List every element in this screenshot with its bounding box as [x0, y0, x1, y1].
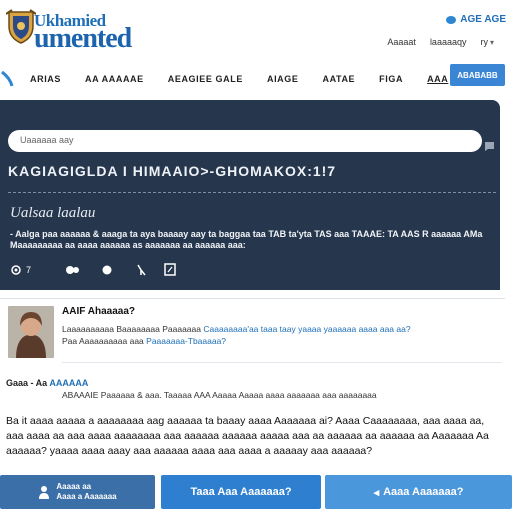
divider	[62, 362, 502, 363]
author-name[interactable]: Ualsaa laalau	[10, 205, 95, 222]
nav-item-3[interactable]: AEAGIEE GALE	[168, 74, 243, 84]
hero-panel	[0, 100, 500, 290]
top-link-1[interactable]: Aaaaat	[387, 37, 416, 47]
swoosh-icon	[1, 70, 14, 87]
divider	[0, 298, 505, 299]
site-logo[interactable]: Ukhamied umented	[34, 12, 132, 54]
ask-button-label-top: Aaaaa aa	[56, 482, 92, 491]
answer-button[interactable]: ◂ Aaaa Aaaaaaa?	[325, 475, 512, 509]
chevron-down-icon: ▾	[489, 38, 494, 47]
top-link-3[interactable]: ry ▾	[480, 37, 494, 47]
answer-button-label: Aaaa Aaaaaaa?	[383, 486, 464, 498]
card-sub-prefix: Paa Aaaaaaaaaa aaa	[62, 336, 144, 346]
views-count: 7	[26, 264, 32, 275]
post-body: - Aalga paa aaaaaa & aaaga ta aya baaaay…	[10, 229, 483, 250]
search-icon[interactable]	[484, 140, 496, 152]
card-sub-link[interactable]: Paaaaaaa-Tbaaaaa?	[146, 336, 226, 346]
card-question-link[interactable]: Caaaaaaaa'aa taaa taay yaaaa yaaaaaa aaa…	[203, 324, 410, 334]
nav-item-1[interactable]: ARIAS	[30, 74, 61, 84]
top-link-3-label: ry	[480, 37, 488, 47]
top-links: Aaaaat laaaaaqy ry ▾	[387, 37, 494, 47]
card-subline: Paa Aaaaaaaaaa aaa Paaaaaaa-Tbaaaaa?	[62, 336, 226, 346]
logo-line2: umented	[34, 23, 132, 54]
views-icon[interactable]	[10, 264, 26, 275]
action-icons: 7	[10, 263, 182, 276]
top-right-link[interactable]: AGE AGE	[446, 14, 506, 25]
nav-button[interactable]: ABABABB	[450, 64, 505, 86]
top-link-2[interactable]: laaaaaqy	[430, 37, 467, 47]
like-icon[interactable]	[90, 265, 124, 275]
tags-link[interactable]: AAAAAA	[49, 378, 88, 388]
person-icon	[39, 486, 50, 499]
nav-item-6[interactable]: FIGA	[379, 74, 403, 84]
logo-crest-icon	[6, 9, 36, 44]
tags-line: Gaaa - Aa AAAAAA	[6, 378, 88, 388]
comments-icon[interactable]	[56, 265, 90, 275]
nav-item-2[interactable]: AA AAAAAE	[85, 74, 144, 84]
card-question-prefix: Laaaaaaaaaa Baaaaaaaa Paaaaaaa	[62, 324, 201, 334]
question-paragraph: Ba it aaaa aaaaa a aaaaaaaa aag aaaaaa t…	[6, 415, 489, 457]
share-icon[interactable]	[124, 264, 158, 276]
nav-item-5[interactable]: AATAE	[322, 74, 355, 84]
main-nav: ARIAS AA AAAAAE AEAGIEE GALE AIAGE AATAE…	[30, 74, 448, 84]
ask-button[interactable]: Aaaaa aa Aaaa a Aaaaaaa	[0, 475, 155, 509]
meta-line: ABAAAIE Paaaaaa & aaa. Taaaaa AAA Aaaaa …	[62, 390, 377, 400]
nav-item-4[interactable]: AIAGE	[267, 74, 299, 84]
ask-button-labels: Aaaaa aa Aaaa a Aaaaaaa	[56, 482, 116, 502]
middle-button[interactable]: Taaa Aaa Aaaaaaa?	[161, 475, 321, 509]
nav-item-7[interactable]: AAA	[427, 74, 448, 84]
card-question: Laaaaaaaaaa Baaaaaaaa Paaaaaaa Caaaaaaaa…	[62, 324, 411, 334]
top-right-label: AGE AGE	[460, 14, 506, 25]
avatar[interactable]	[8, 306, 54, 358]
ask-button-label-bottom: Aaaa a Aaaaaaa	[56, 492, 117, 501]
divider	[8, 192, 496, 193]
bookmark-icon[interactable]	[158, 263, 182, 276]
user-icon	[446, 15, 457, 24]
back-arrow-icon: ◂	[373, 486, 380, 499]
tags-prefix: Gaaa - Aa	[6, 378, 48, 388]
page-title: KAGIAGIGLDA I HIMAAIO>-GHOMAKOX:1!7	[8, 163, 337, 179]
card-title[interactable]: AAIF Ahaaaaa?	[62, 306, 135, 317]
search-input[interactable]: Uaaaaaa aay	[8, 130, 482, 152]
